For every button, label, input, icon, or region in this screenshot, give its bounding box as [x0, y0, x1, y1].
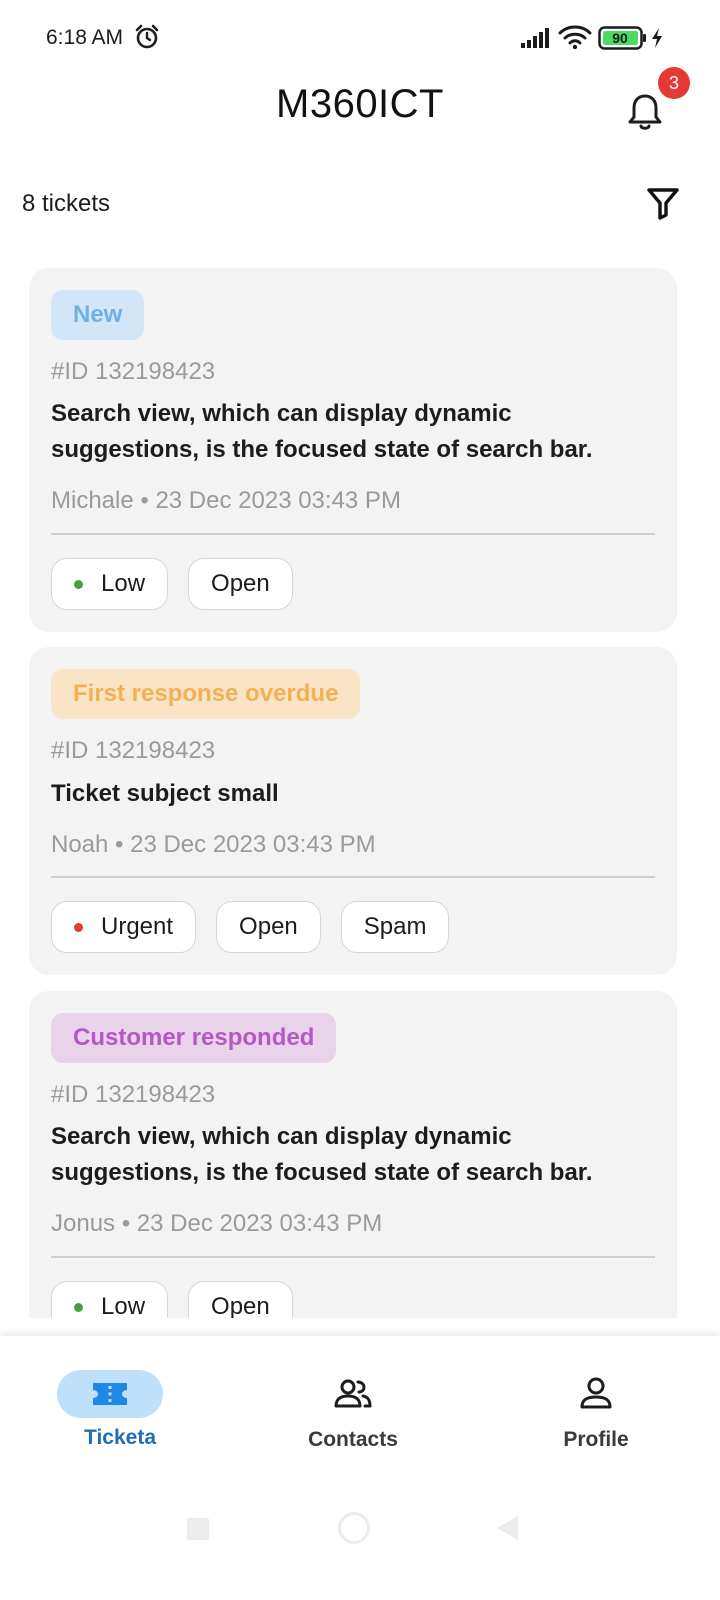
battery-level: 90 — [612, 30, 628, 46]
ticket-count: 8 tickets — [22, 190, 111, 217]
nav-label-contacts: Contacts — [308, 1428, 398, 1451]
priority-dot — [74, 579, 83, 589]
ticket-id: #ID 132198423 — [51, 1081, 216, 1108]
system-nav-bar — [0, 1500, 720, 1600]
chip-label: Open — [239, 913, 298, 940]
contacts-icon — [334, 1379, 372, 1408]
ticket-id: #ID 132198423 — [51, 358, 216, 385]
status-chip-spam[interactable]: Spam — [340, 901, 450, 953]
ticket-list[interactable]: New #ID 132198423 Search view, which can… — [29, 268, 677, 1318]
priority-dot — [74, 922, 83, 932]
divider — [51, 533, 655, 535]
nav-item-tickets[interactable]: Ticketa — [0, 1336, 240, 1466]
ticket-meta: Michale • 23 Dec 2023 03:43 PM — [51, 487, 401, 514]
status-bar: 6:18 AM 90 — [0, 0, 720, 78]
ticket-card[interactable]: First response overdue #ID 132198423 Tic… — [29, 647, 677, 975]
filter-icon[interactable] — [646, 186, 680, 220]
ticket-subject: Search view, which can display dynamic s… — [51, 1123, 593, 1186]
ticket-meta: Jonus • 23 Dec 2023 03:43 PM — [51, 1210, 383, 1237]
priority-chip[interactable]: Low — [51, 558, 169, 610]
ticket-subject: Ticket subject small — [51, 780, 279, 807]
nav-label-profile: Profile — [563, 1428, 629, 1451]
back-icon[interactable] — [494, 1514, 520, 1542]
status-chip-open[interactable]: Open — [188, 1281, 293, 1318]
chip-label: Spam — [363, 913, 427, 940]
ticket-card[interactable]: New #ID 132198423 Search view, which can… — [29, 268, 677, 632]
ticket-card[interactable]: Customer responded #ID 132198423 Search … — [29, 991, 677, 1318]
charging-icon — [652, 28, 662, 48]
bell-icon — [628, 94, 662, 130]
status-chip-open[interactable]: Open — [216, 901, 321, 953]
profile-icon — [580, 1377, 612, 1409]
chip-row: Urgent Open Spam — [51, 901, 450, 953]
status-tag-overdue: First response overdue — [51, 669, 361, 719]
priority-label: Low — [101, 570, 146, 597]
ticket-meta: Noah • 23 Dec 2023 03:43 PM — [51, 831, 376, 858]
status-time: 6:18 AM — [46, 26, 124, 49]
notification-badge: 3 — [658, 67, 690, 99]
priority-label: Urgent — [101, 913, 174, 940]
divider — [51, 1256, 655, 1258]
wifi-icon — [558, 25, 592, 50]
status-tag-customer-responded: Customer responded — [51, 1013, 337, 1063]
divider — [51, 876, 655, 878]
chip-row: Low Open — [51, 1281, 293, 1318]
signal-icon — [521, 28, 549, 48]
priority-label: Low — [101, 1293, 146, 1318]
alarm-icon — [135, 24, 159, 49]
ticket-subject: Search view, which can display dynamic s… — [51, 400, 593, 463]
nav-label-tickets: Ticketa — [84, 1426, 156, 1449]
chip-row: Low Open — [51, 558, 293, 610]
screen: 6:18 AM 90 M360ICT 3 8 tickets New #ID 1… — [0, 0, 720, 1600]
priority-chip[interactable]: Urgent — [51, 901, 197, 953]
ticket-id: #ID 132198423 — [51, 737, 216, 764]
home-button[interactable] — [338, 1512, 370, 1544]
status-chip-open[interactable]: Open — [188, 558, 293, 610]
priority-chip[interactable]: Low — [51, 1281, 169, 1318]
status-tag-new: New — [51, 290, 145, 340]
ticket-icon — [93, 1383, 127, 1405]
app-title: M360ICT — [276, 82, 444, 126]
nav-item-contacts[interactable]: Contacts — [233, 1336, 473, 1466]
chip-label: Open — [211, 570, 270, 597]
recents-button[interactable] — [187, 1518, 209, 1540]
priority-dot — [74, 1302, 83, 1312]
nav-item-profile[interactable]: Profile — [476, 1336, 716, 1466]
chip-label: Open — [211, 1293, 270, 1318]
